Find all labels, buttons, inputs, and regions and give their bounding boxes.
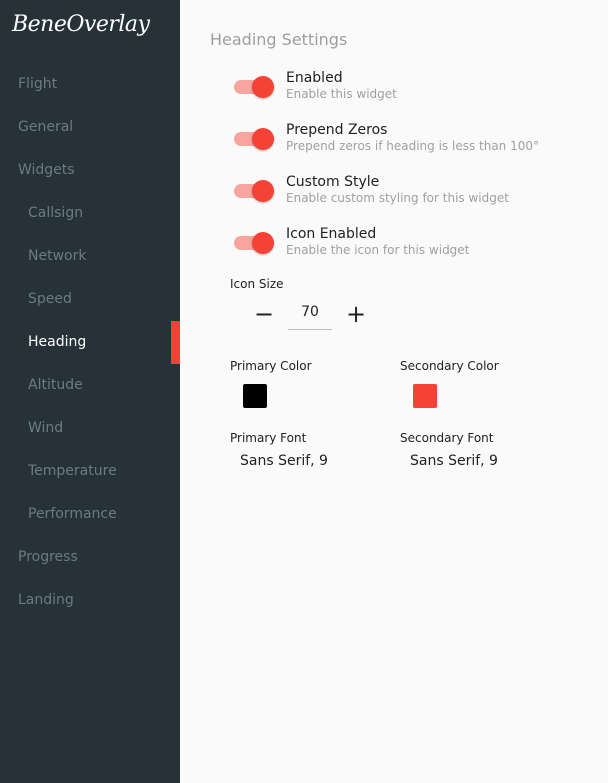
enabled-toggle[interactable] (234, 76, 274, 98)
decrement-button[interactable]: − (252, 302, 276, 326)
increment-button[interactable]: + (344, 302, 368, 326)
active-item-indicator (171, 321, 180, 364)
sidebar: BeneOverlay Flight General Widgets Calls… (0, 0, 180, 783)
sidebar-item-altitude[interactable]: Altitude (0, 364, 180, 407)
prepend-zeros-toggle[interactable] (234, 128, 274, 150)
main-panel: Heading Settings Enabled Enable this wid… (180, 0, 608, 783)
secondary-font-value[interactable]: Sans Serif, 9 (410, 453, 498, 469)
primary-color-label: Primary Color (230, 359, 312, 373)
sidebar-item-flight[interactable]: Flight (0, 63, 180, 106)
toggle-description: Prepend zeros if heading is less than 10… (286, 139, 540, 153)
secondary-color-label: Secondary Color (400, 359, 499, 373)
icon-size-input[interactable]: 70 (288, 298, 332, 330)
toggle-description: Enable custom styling for this widget (286, 191, 509, 205)
toggle-description: Enable this widget (286, 87, 397, 101)
sidebar-item-performance[interactable]: Performance (0, 493, 180, 536)
icon-enabled-toggle[interactable] (234, 232, 274, 254)
sidebar-item-general[interactable]: General (0, 106, 180, 149)
sidebar-item-landing[interactable]: Landing (0, 579, 180, 622)
sidebar-item-wind[interactable]: Wind (0, 407, 180, 450)
custom-style-toggle[interactable] (234, 180, 274, 202)
primary-font-value[interactable]: Sans Serif, 9 (240, 453, 328, 469)
toggle-label: Prepend Zeros (286, 122, 388, 138)
primary-color-swatch[interactable] (243, 384, 267, 408)
primary-font-label: Primary Font (230, 431, 307, 445)
icon-size-label: Icon Size (230, 277, 284, 291)
sidebar-item-progress[interactable]: Progress (0, 536, 180, 579)
sidebar-item-heading[interactable]: Heading (0, 321, 180, 364)
sidebar-item-speed[interactable]: Speed (0, 278, 180, 321)
toggle-label: Custom Style (286, 174, 380, 190)
sidebar-item-widgets[interactable]: Widgets (0, 149, 180, 192)
toggle-label: Icon Enabled (286, 226, 377, 242)
toggle-label: Enabled (286, 70, 343, 86)
app-logo: BeneOverlay (12, 12, 150, 37)
sidebar-item-temperature[interactable]: Temperature (0, 450, 180, 493)
page-title: Heading Settings (210, 30, 348, 49)
toggle-description: Enable the icon for this widget (286, 243, 470, 257)
sidebar-item-callsign[interactable]: Callsign (0, 192, 180, 235)
secondary-font-label: Secondary Font (400, 431, 494, 445)
secondary-color-swatch[interactable] (413, 384, 437, 408)
sidebar-item-network[interactable]: Network (0, 235, 180, 278)
